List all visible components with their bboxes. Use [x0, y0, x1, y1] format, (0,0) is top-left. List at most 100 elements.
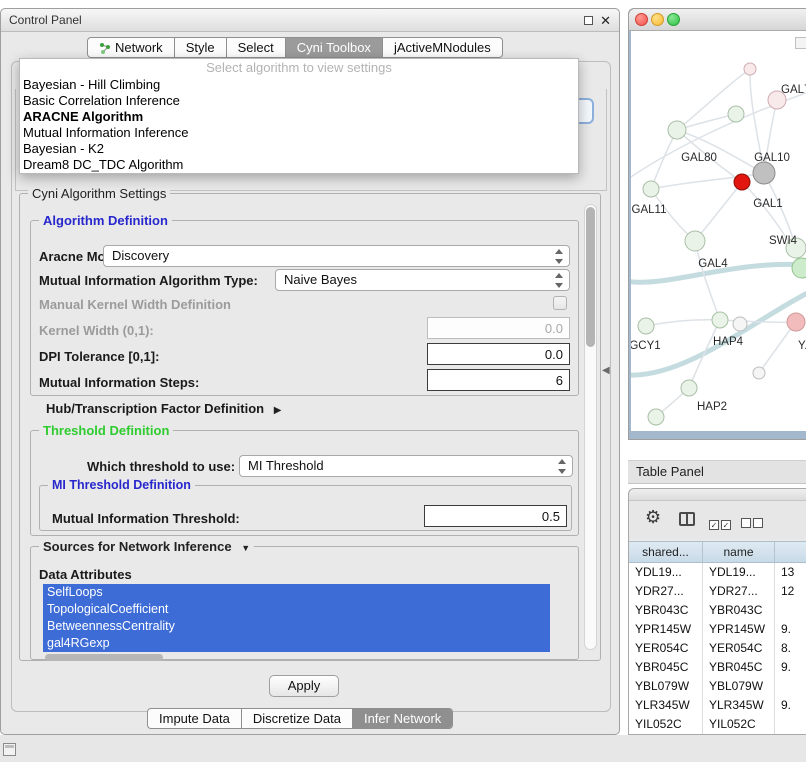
kernel-width-label: Kernel Width (0,1): [39, 323, 154, 338]
node-label: GCY1 [631, 340, 661, 352]
list-item[interactable]: TopologicalCoefficient [43, 601, 550, 618]
popup-item-selected[interactable]: ARACNE Algorithm [20, 109, 578, 125]
table-row[interactable]: YIL052C YIL052C [629, 715, 806, 734]
aracne-mode-select[interactable]: Discovery [103, 245, 570, 267]
tab-select[interactable]: Select [226, 38, 285, 57]
network-window-titlebar[interactable] [629, 9, 806, 31]
columns-icon[interactable] [679, 512, 695, 526]
network-node-selected-red[interactable] [734, 174, 750, 190]
sources-title[interactable]: Sources for Network Inference ▼ [39, 539, 254, 554]
table-cell: YER054C [629, 639, 703, 658]
table-cell: YDR27... [703, 582, 775, 601]
table-row[interactable]: YDL19... YDL19... 13 [629, 563, 806, 582]
network-node-hap2[interactable] [681, 380, 697, 396]
tab-cyni-toolbox[interactable]: Cyni Toolbox [285, 38, 382, 57]
hub-transcription-factor-section[interactable]: Hub/Transcription Factor Definition ▶ [46, 401, 281, 416]
network-node[interactable] [753, 367, 765, 379]
column-header[interactable] [775, 542, 806, 562]
table-cell: YDL19... [629, 563, 703, 582]
expand-right-icon[interactable]: ▶ [274, 405, 282, 416]
top-tab-bar: Network Style Select Cyni Toolbox jActiv… [87, 37, 503, 58]
close-traffic-light-icon[interactable] [635, 13, 648, 26]
network-node-gcy1[interactable] [638, 318, 654, 334]
table-window-titlebar[interactable] [629, 489, 806, 501]
table-row[interactable]: YBR043C YBR043C [629, 601, 806, 620]
table-row[interactable]: YBL079W YBL079W [629, 677, 806, 696]
collapse-down-icon[interactable]: ▼ [241, 543, 250, 553]
cyni-algorithm-settings-group: Cyni Algorithm Settings Algorithm Defini… [19, 193, 601, 661]
threshold-definition-group: Threshold Definition Which threshold to … [30, 430, 579, 536]
list-item[interactable]: gal4RGexp [43, 635, 550, 652]
algorithm-combo-focus-fragment[interactable] [579, 98, 594, 124]
network-node-gal11[interactable] [643, 181, 659, 197]
mi-algorithm-type-select[interactable]: Naive Bayes [275, 269, 570, 291]
apply-button[interactable]: Apply [269, 675, 339, 697]
mi-threshold-label: Mutual Information Threshold: [52, 511, 240, 526]
popup-item[interactable]: Bayesian - K2 [20, 141, 578, 157]
kernel-width-field[interactable] [427, 317, 570, 339]
tab-jactivemnodules[interactable]: jActiveMNodules [382, 38, 502, 57]
network-node[interactable] [744, 63, 756, 75]
select-all-icon[interactable]: ✓✓ [709, 515, 733, 533]
deselect-all-icon[interactable] [741, 515, 765, 533]
column-header[interactable]: name [703, 542, 775, 562]
tab-select-label: Select [238, 38, 274, 58]
popup-item[interactable]: Basic Correlation Inference [20, 93, 578, 109]
mi-steps-field[interactable] [427, 369, 570, 391]
popup-item[interactable]: Dream8 DC_TDC Algorithm [20, 157, 578, 173]
float-window-icon[interactable] [584, 16, 593, 25]
table-cell: 8. [775, 639, 806, 658]
network-canvas[interactable]: GAL7 GAL80 GAL10 GAL11 GAL1 SWI4 GAL4 GC… [631, 31, 806, 431]
tab-discretize-data[interactable]: Discretize Data [241, 709, 352, 728]
table-row[interactable]: YDR27... YDR27... 12 [629, 582, 806, 601]
bottom-status-strip [0, 735, 806, 762]
tab-network[interactable]: Network [88, 38, 174, 57]
tab-infer-network[interactable]: Infer Network [352, 709, 452, 728]
restore-panel-icon[interactable] [3, 743, 16, 756]
horizontal-scrollbar-thumb[interactable] [45, 654, 163, 661]
close-icon[interactable]: ✕ [600, 11, 611, 30]
settings-vertical-scrollbar[interactable] [584, 204, 597, 650]
tab-style[interactable]: Style [174, 38, 226, 57]
node-label: GAL11 [632, 204, 667, 216]
minimize-traffic-light-icon[interactable] [651, 13, 664, 26]
network-node[interactable] [733, 317, 747, 331]
table-cell: YLR345W [629, 696, 703, 715]
combo-arrows-icon [558, 459, 566, 474]
mi-threshold-field[interactable] [424, 505, 567, 527]
network-node[interactable] [792, 258, 806, 278]
network-node[interactable] [728, 106, 744, 122]
which-threshold-select[interactable]: MI Threshold [239, 455, 573, 477]
zoom-traffic-light-icon[interactable] [667, 13, 680, 26]
data-attributes-label: Data Attributes [39, 567, 132, 582]
node-label: SWI4 [769, 235, 798, 247]
table-cell: 9. [775, 696, 806, 715]
table-cell: 9. [775, 658, 806, 677]
network-node-hap4[interactable] [712, 312, 728, 328]
tab-impute-data[interactable]: Impute Data [148, 709, 241, 728]
dpi-tolerance-field[interactable] [427, 343, 570, 365]
network-node-gal4[interactable] [685, 231, 705, 251]
scrollbar-thumb[interactable] [586, 207, 595, 347]
table-panel-header: Table Panel [628, 460, 806, 484]
dpi-tolerance-label: DPI Tolerance [0,1]: [39, 349, 159, 364]
network-node-gal80[interactable] [668, 121, 686, 139]
collapse-left-icon[interactable]: ◀ [602, 365, 610, 376]
table-row[interactable]: YER054C YER054C 8. [629, 639, 806, 658]
control-panel-titlebar[interactable]: Control Panel ✕ [1, 9, 619, 32]
table-cell: YDL19... [703, 563, 775, 582]
list-item[interactable]: SelfLoops [43, 584, 550, 601]
table-row[interactable]: YBR045C YBR045C 9. [629, 658, 806, 677]
popup-item[interactable]: Bayesian - Hill Climbing [20, 77, 578, 93]
network-node[interactable] [787, 313, 805, 331]
popup-item[interactable]: Mutual Information Inference [20, 125, 578, 141]
manual-kernel-width-checkbox[interactable] [553, 296, 567, 310]
network-node[interactable] [648, 409, 664, 425]
gear-icon[interactable]: ⚙ [645, 507, 661, 528]
table-row[interactable]: YLR345W YLR345W 9. [629, 696, 806, 715]
network-node-gal1[interactable] [753, 162, 775, 184]
column-header[interactable]: shared... [629, 542, 703, 562]
list-item[interactable]: BetweennessCentrality [43, 618, 550, 635]
table-row[interactable]: YPR145W YPR145W 9. [629, 620, 806, 639]
bottom-tab-bar: Impute Data Discretize Data Infer Networ… [147, 708, 453, 729]
